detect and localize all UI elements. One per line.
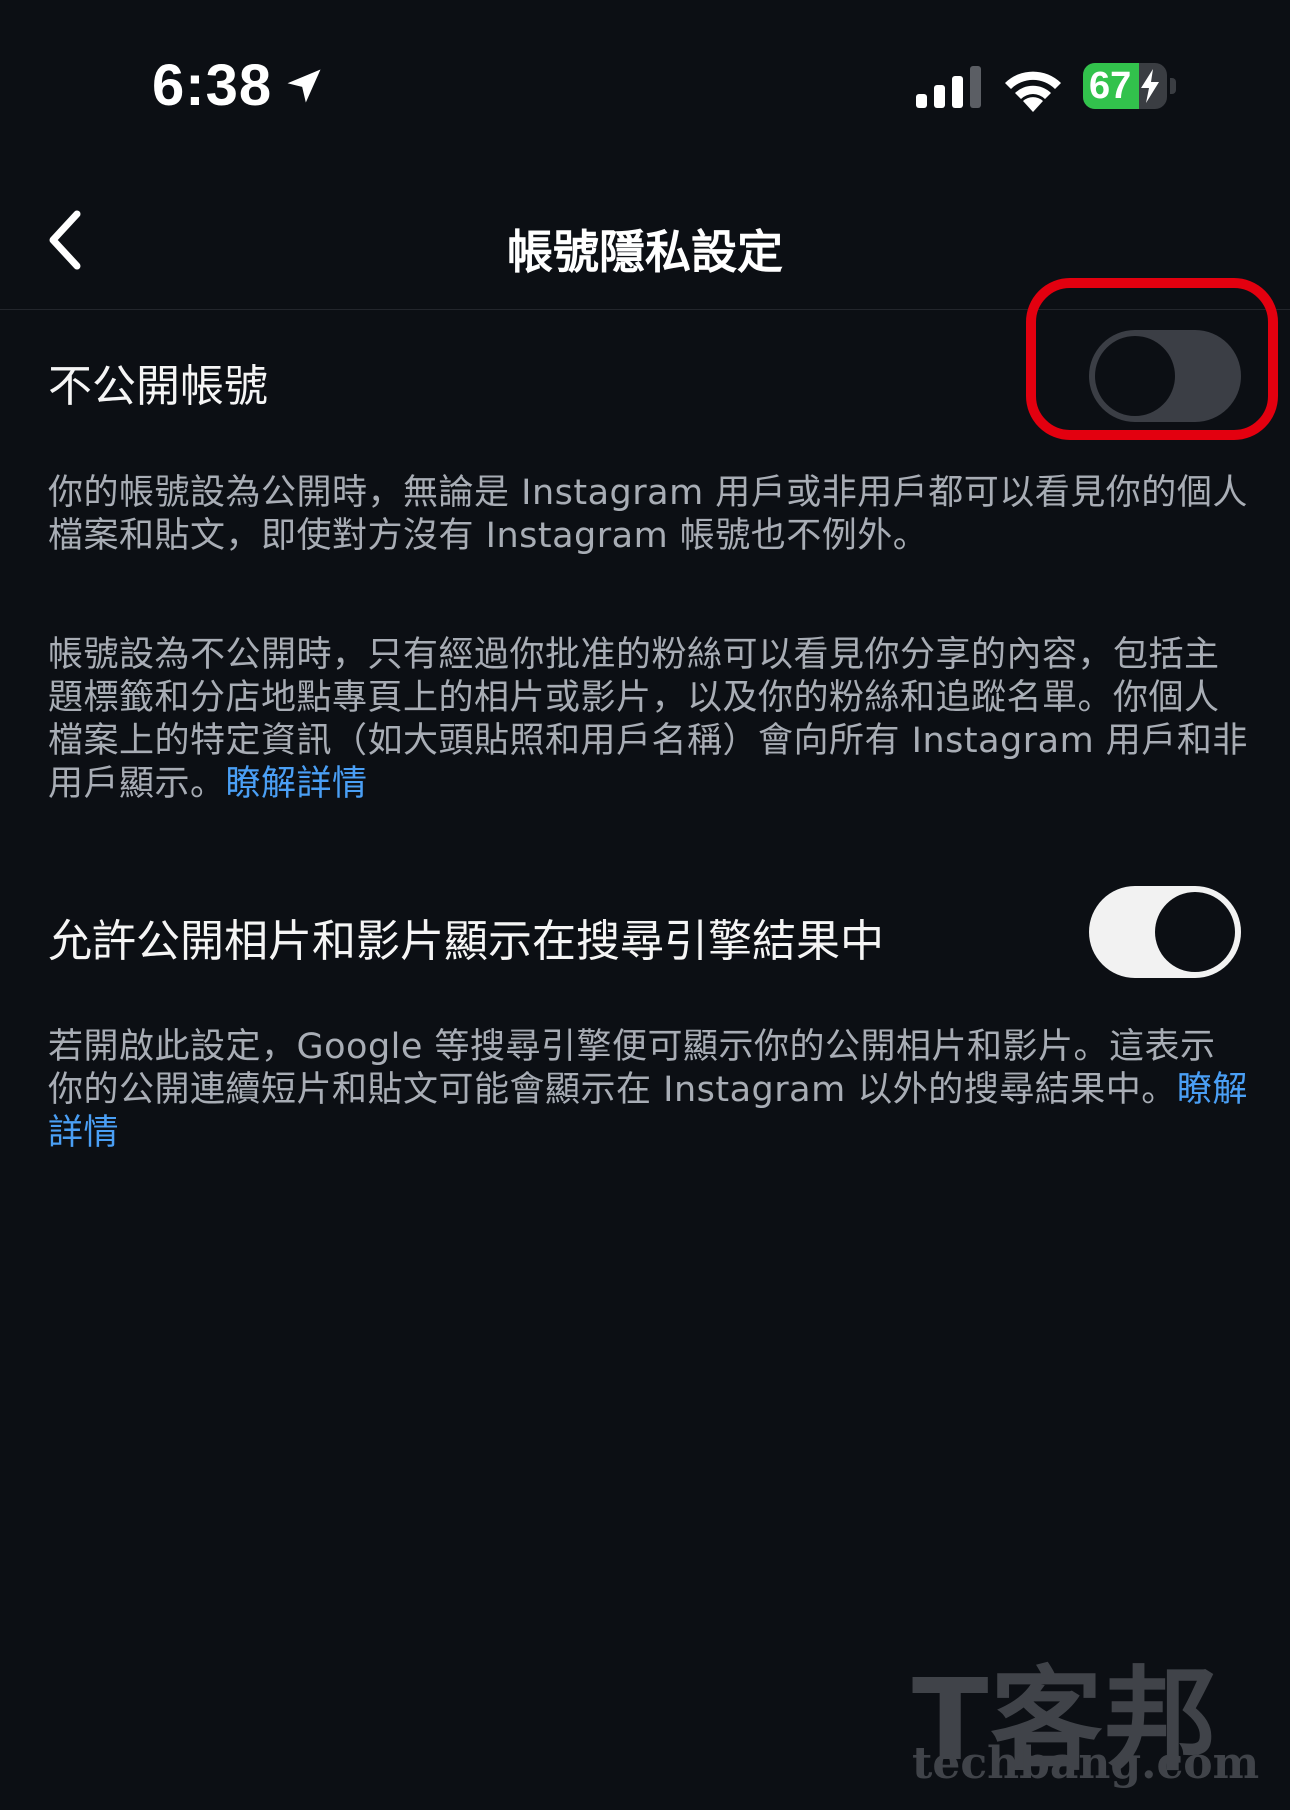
highlight-annotation (1026, 278, 1278, 440)
search-engine-desc: 若開啟此設定，Google 等搜尋引擎便可顯示你的公開相片和影片。這表示你的公開… (48, 1026, 1248, 1155)
learn-more-link[interactable]: 瞭解詳情 (226, 764, 368, 804)
watermark: T客邦 techbang.com (908, 1630, 1268, 1800)
charging-bolt-icon (1141, 69, 1159, 103)
location-arrow-icon (287, 69, 321, 103)
battery-level: 67 (1089, 65, 1132, 107)
status-time: 6:38 (152, 53, 273, 118)
private-account-private-desc: 帳號設為不公開時，只有經過你批准的粉絲可以看見你分享的內容，包括主題標籤和分店地… (48, 634, 1248, 806)
watermark-url: techbang.com (912, 1738, 1260, 1789)
cellular-signal-icon (916, 66, 981, 108)
battery-icon: 67 (1083, 63, 1167, 109)
search-engine-label: 允許公開相片和影片顯示在搜尋引擎結果中 (48, 916, 884, 967)
battery-cap (1170, 78, 1176, 94)
status-bar: 6:38 67 (0, 0, 1290, 170)
page-title: 帳號隱私設定 (507, 225, 783, 279)
wifi-icon (1005, 71, 1061, 112)
private-account-label: 不公開帳號 (48, 361, 268, 412)
private-account-public-desc: 你的帳號設為公開時，無論是 Instagram 用戶或非用戶都可以看見你的個人檔… (48, 473, 1248, 556)
search-desc-text: 若開啟此設定，Google 等搜尋引擎便可顯示你的公開相片和影片。這表示你的公開… (48, 1027, 1216, 1110)
search-engine-toggle[interactable] (1089, 886, 1241, 978)
toggle-knob (1155, 892, 1235, 972)
